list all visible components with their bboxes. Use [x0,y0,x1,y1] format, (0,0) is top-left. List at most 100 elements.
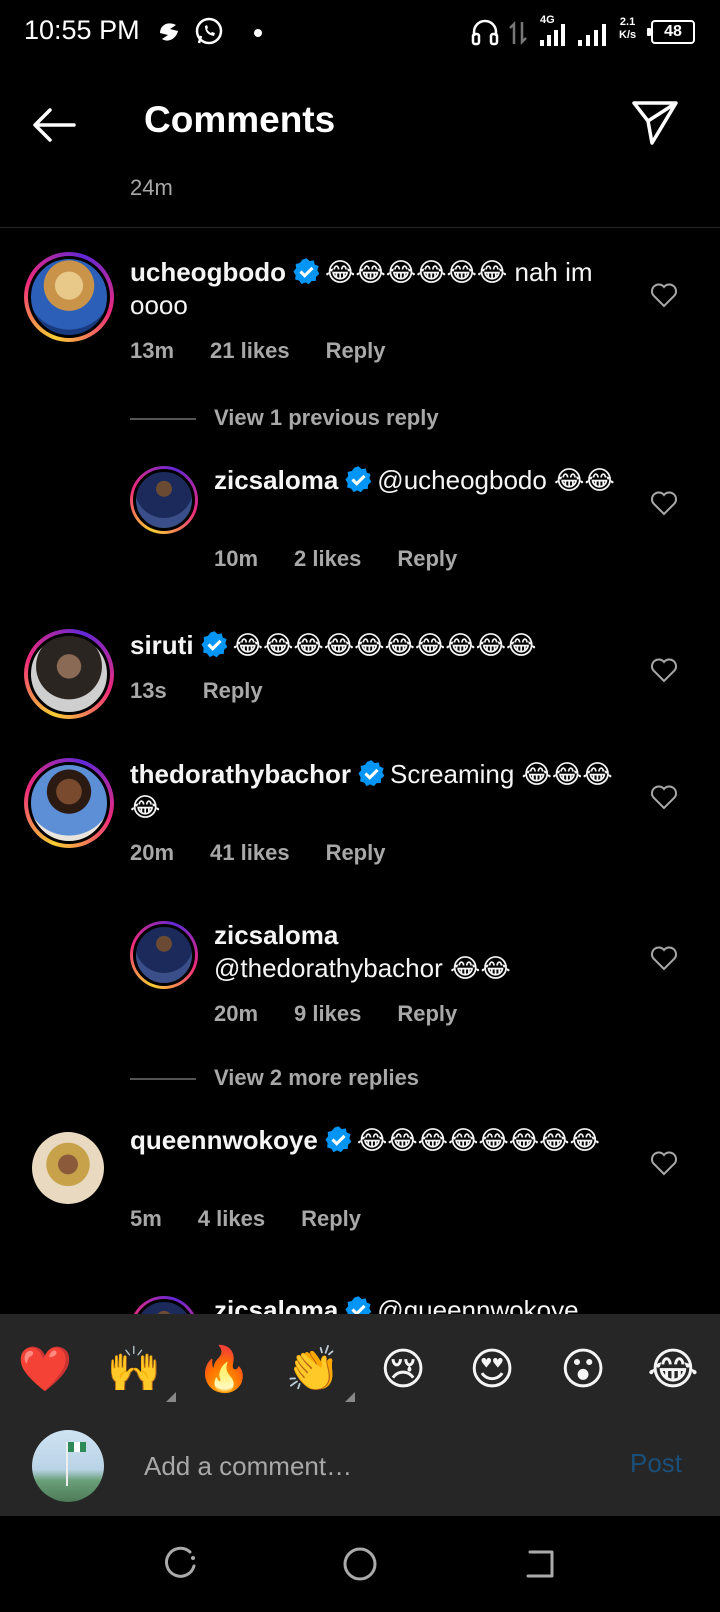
heart-icon[interactable] [650,784,678,810]
home-icon[interactable] [340,1544,380,1584]
network-speed: 2.1 K/s [619,16,637,41]
comment-time: 20m [214,1001,259,1026]
comment-meta: 10m 2 likes Reply [214,546,493,572]
comment-thedorathybachor: thedorathybachor Screaming 😂😂😂😂 20m 41 lik… [0,758,720,878]
reaction-surprised-face[interactable]: 😮 [553,1342,613,1398]
comment-username[interactable]: thedorathybachor [130,759,351,789]
likes-count[interactable]: 21 likes [210,338,290,363]
likes-count[interactable]: 2 likes [294,546,361,571]
headphones-icon [471,19,499,46]
likes-count[interactable]: 4 likes [198,1206,265,1231]
reaction-clapping-hands[interactable]: 👏 [283,1342,355,1402]
data-transfer-icon [509,20,527,46]
likes-count[interactable]: 41 likes [210,840,290,865]
comment-time: 20m [130,840,175,865]
reply-button[interactable]: Reply [301,1206,361,1231]
heart-icon[interactable] [650,282,678,308]
comment-ucheogbodo: ucheogbodo 😂😂😂😂😂😂 nah im oooo 13m 21 likes… [0,252,720,372]
reaction-fire[interactable]: 🔥 [194,1342,254,1398]
reply-zicsaloma: zicsaloma @thedorathybachor 😂😂 20m 9 likes… [0,919,720,1039]
top-app-bar: Comments [0,64,720,172]
comment-username[interactable]: queennwokoye [130,1125,318,1155]
comment-text: @ucheogbodo 😂😂 [377,465,615,495]
page-title: Comments [144,99,336,140]
comment-username[interactable]: siruti [130,630,194,660]
comment-time: 5m [130,1206,162,1231]
recent-apps-icon[interactable] [160,1544,200,1584]
avatar[interactable] [24,758,114,848]
heart-icon[interactable] [650,490,678,516]
signal-2-icon [578,24,606,46]
reply-zicsaloma-partial: zicsaloma @queennwokoye [0,1294,720,1314]
comment-meta: 5m 4 likes Reply [130,1206,397,1232]
view-previous-replies[interactable]: View 1 previous reply [130,405,439,431]
comment-time: 13m [130,338,175,363]
avatar[interactable] [32,1132,104,1204]
verified-badge-icon [201,631,227,658]
skin-tone-indicator [345,1392,355,1402]
system-navigation-bar [0,1516,720,1612]
signal-1-icon [540,24,565,46]
reply-button[interactable]: Reply [326,338,386,363]
my-avatar [32,1430,104,1502]
send-icon[interactable] [630,97,680,147]
status-bar: 10:55 PM 4G 2.1 K/s 48 [0,0,720,64]
heart-icon[interactable] [650,945,678,971]
comment-input[interactable] [144,1444,584,1488]
likes-count[interactable]: 9 likes [294,1001,361,1026]
status-time: 10:55 PM [24,15,140,45]
reply-button[interactable]: Reply [326,840,386,865]
avatar[interactable] [130,921,198,989]
comment-username[interactable]: zicsaloma [214,465,338,495]
verified-badge-icon [325,1126,352,1153]
heart-icon[interactable] [650,1150,678,1176]
comment-composer: Post [0,1420,720,1516]
app-notification-icon [160,23,178,41]
notification-dot [254,29,262,37]
comment-meta: 13s Reply [130,678,299,704]
reply-button[interactable]: Reply [397,546,457,571]
reply-button[interactable]: Reply [397,1001,457,1026]
comment-meta: 20m 9 likes Reply [214,1001,493,1027]
back-icon[interactable] [520,1544,560,1584]
avatar[interactable] [24,252,114,342]
flag-photo-icon [66,1442,86,1486]
whatsapp-icon [195,17,223,45]
skin-tone-indicator [166,1392,176,1402]
verified-badge-icon [358,760,385,787]
comment-time: 13s [130,678,167,703]
comment-username[interactable]: zicsaloma [214,1295,338,1314]
comment-time: 10m [214,546,259,571]
avatar[interactable] [130,466,198,534]
comment-text: 😂😂😂😂😂😂😂😂😂😂 [232,630,537,660]
battery-indicator: 48 [647,20,695,44]
post-button[interactable]: Post [630,1448,682,1479]
avatar[interactable] [24,629,114,719]
comment-text: 😂😂😂😂😂😂😂😂 [356,1125,600,1155]
comment-siruti: siruti 😂😂😂😂😂😂😂😂😂😂 13s Reply [0,629,720,719]
heart-icon[interactable] [650,657,678,683]
quick-reactions-bar: ❤️ 🙌 🔥 👏 😢 😍 😮 😂 [0,1314,720,1420]
reaction-crying-face[interactable]: 😢 [373,1342,433,1398]
verified-badge-icon [293,258,320,285]
view-more-replies[interactable]: View 2 more replies [130,1065,419,1091]
reaction-raising-hands[interactable]: 🙌 [104,1342,176,1402]
reply-zicsaloma: zicsaloma @ucheogbodo 😂😂 10m 2 likes Reply [0,464,720,584]
comment-username[interactable]: ucheogbodo [130,257,286,287]
comment-username[interactable]: zicsaloma [214,920,338,950]
comment-text: @queennwokoye [377,1295,579,1314]
comment-meta: 20m 41 likes Reply [130,840,421,866]
comment-meta: 13m 21 likes Reply [130,338,421,364]
previous-comment-time: 24m [130,175,173,200]
verified-badge-icon [345,1296,372,1314]
verified-badge-icon [345,466,372,493]
comment-text: @thedorathybachor 😂😂 [214,953,511,983]
back-arrow-icon[interactable] [26,100,82,150]
comments-list[interactable]: ucheogbodo 😂😂😂😂😂😂 nah im oooo 13m 21 likes… [0,228,720,1314]
reaction-heart-eyes[interactable]: 😍 [462,1342,522,1398]
reaction-tears-of-joy[interactable]: 😂 [643,1342,703,1398]
reaction-heart[interactable]: ❤️ [15,1342,75,1398]
avatar[interactable] [130,1296,198,1314]
comment-queennwokoye: queennwokoye 😂😂😂😂😂😂😂😂 5m 4 likes Reply [0,1124,720,1244]
reply-button[interactable]: Reply [203,678,263,703]
